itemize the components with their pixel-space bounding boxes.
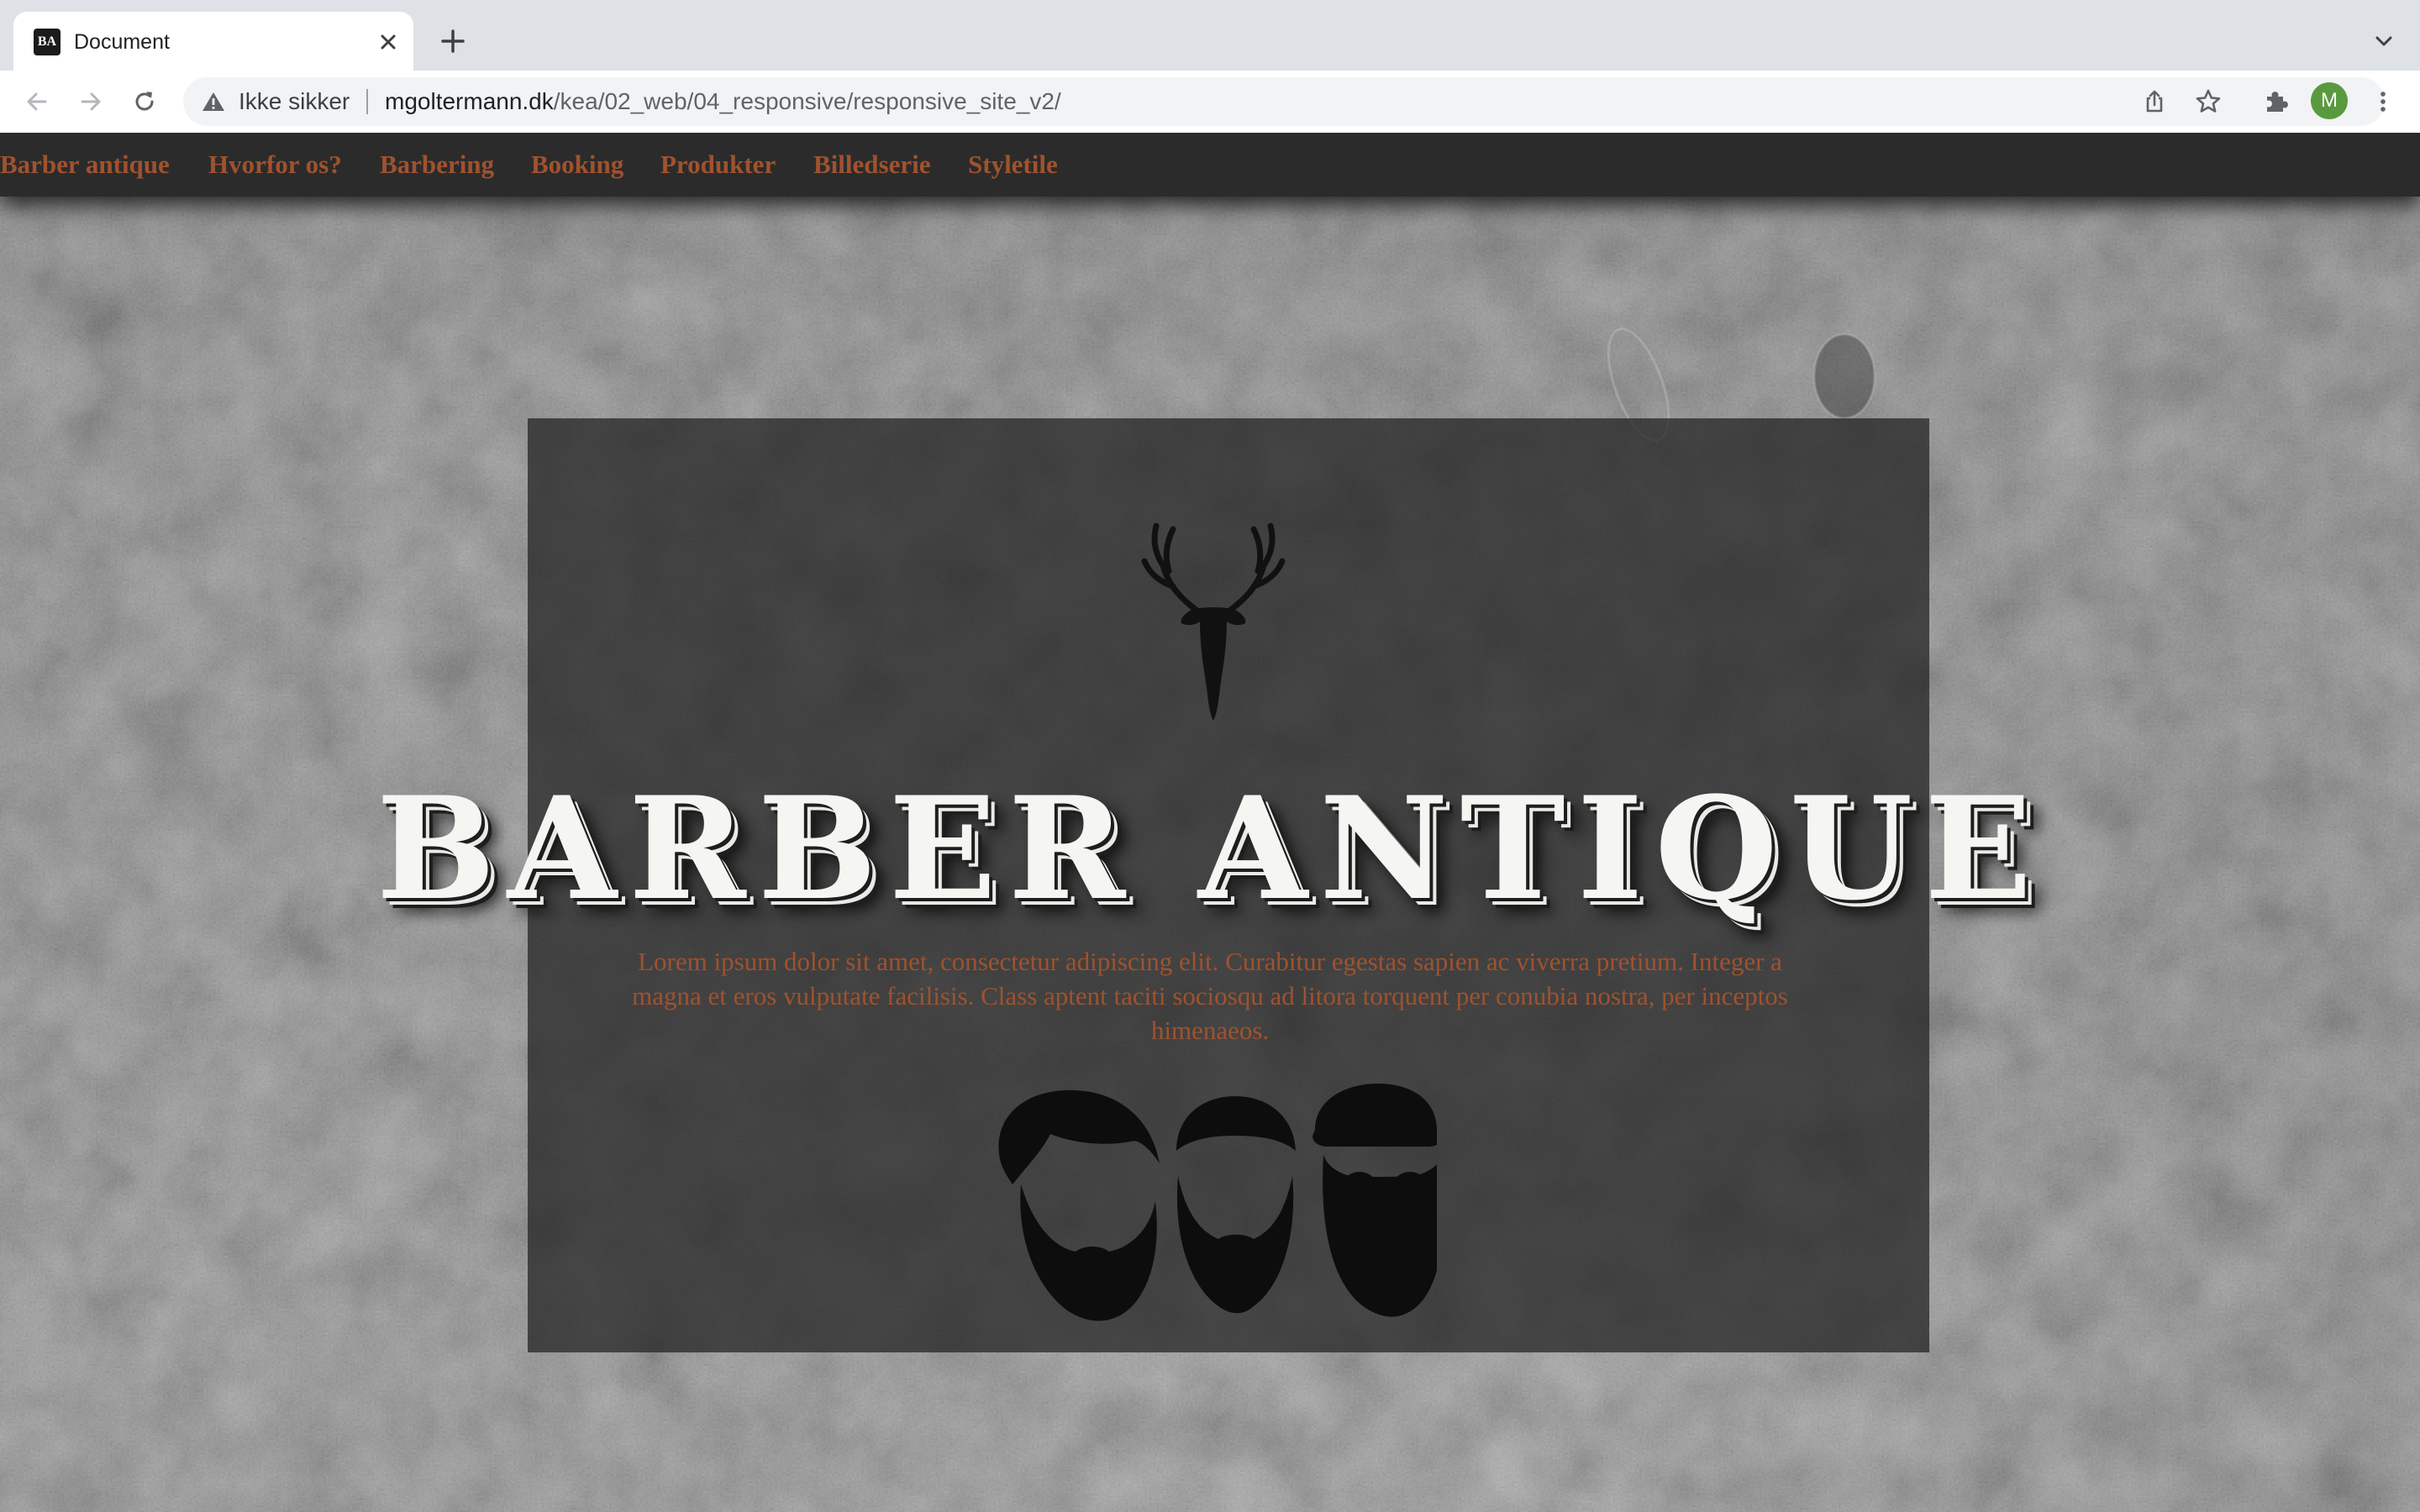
tab-title: Document — [74, 30, 170, 54]
nav-link-hvorfor-os[interactable]: Hvorfor os? — [208, 133, 342, 197]
deer-head-icon — [1141, 522, 1286, 721]
reload-icon[interactable] — [129, 87, 160, 117]
arrow-left-icon[interactable] — [22, 87, 52, 117]
favicon-icon: BA — [34, 29, 60, 55]
browser-toolbar: Ikke sikker mgoltermann.dk/kea/02_web/04… — [0, 71, 2420, 134]
puzzle-icon[interactable] — [2260, 87, 2291, 117]
url-path: /kea/02_web/04_responsive/responsive_sit… — [553, 88, 1061, 114]
kebab-menu-icon[interactable] — [2368, 87, 2398, 117]
browser-tab-strip: BA Document — [0, 0, 2420, 71]
url-host: mgoltermann.dk — [385, 88, 554, 114]
star-icon[interactable] — [2193, 87, 2223, 117]
hero-title: BARBER ANTIQUE — [376, 765, 2044, 932]
omnibox-divider — [366, 89, 368, 114]
close-icon[interactable] — [376, 30, 400, 54]
nav-link-produkter[interactable]: Produkter — [660, 133, 776, 197]
nav-link-styletile[interactable]: Styletile — [968, 133, 1058, 197]
url-text[interactable]: mgoltermann.dk/kea/02_web/04_responsive/… — [385, 77, 1061, 126]
share-icon[interactable] — [2139, 87, 2170, 117]
nav-link-barber-antique[interactable]: Barber antique — [0, 133, 170, 197]
site-navigation: Barber antique Hvorfor os? Barbering Boo… — [0, 133, 2420, 197]
nav-link-booking[interactable]: Booking — [531, 133, 623, 197]
avatar[interactable]: M — [2311, 82, 2348, 119]
security-label[interactable]: Ikke sikker — [239, 77, 350, 126]
address-bar[interactable]: Ikke sikker mgoltermann.dk/kea/02_web/04… — [183, 77, 2385, 126]
hero-description: Lorem ipsum dolor sit amet, consectetur … — [632, 947, 1788, 1045]
bearded-men-icon — [998, 1084, 1437, 1321]
plus-icon[interactable] — [439, 27, 467, 55]
warning-triangle-icon[interactable] — [200, 88, 227, 115]
browser-tab[interactable]: BA Document — [13, 12, 413, 71]
nav-link-billedserie[interactable]: Billedserie — [813, 133, 930, 197]
nav-link-barbering[interactable]: Barbering — [380, 133, 494, 197]
chevron-down-icon[interactable] — [2371, 29, 2396, 54]
favicon-text: BA — [37, 34, 57, 49]
arrow-right-icon[interactable] — [76, 87, 106, 117]
